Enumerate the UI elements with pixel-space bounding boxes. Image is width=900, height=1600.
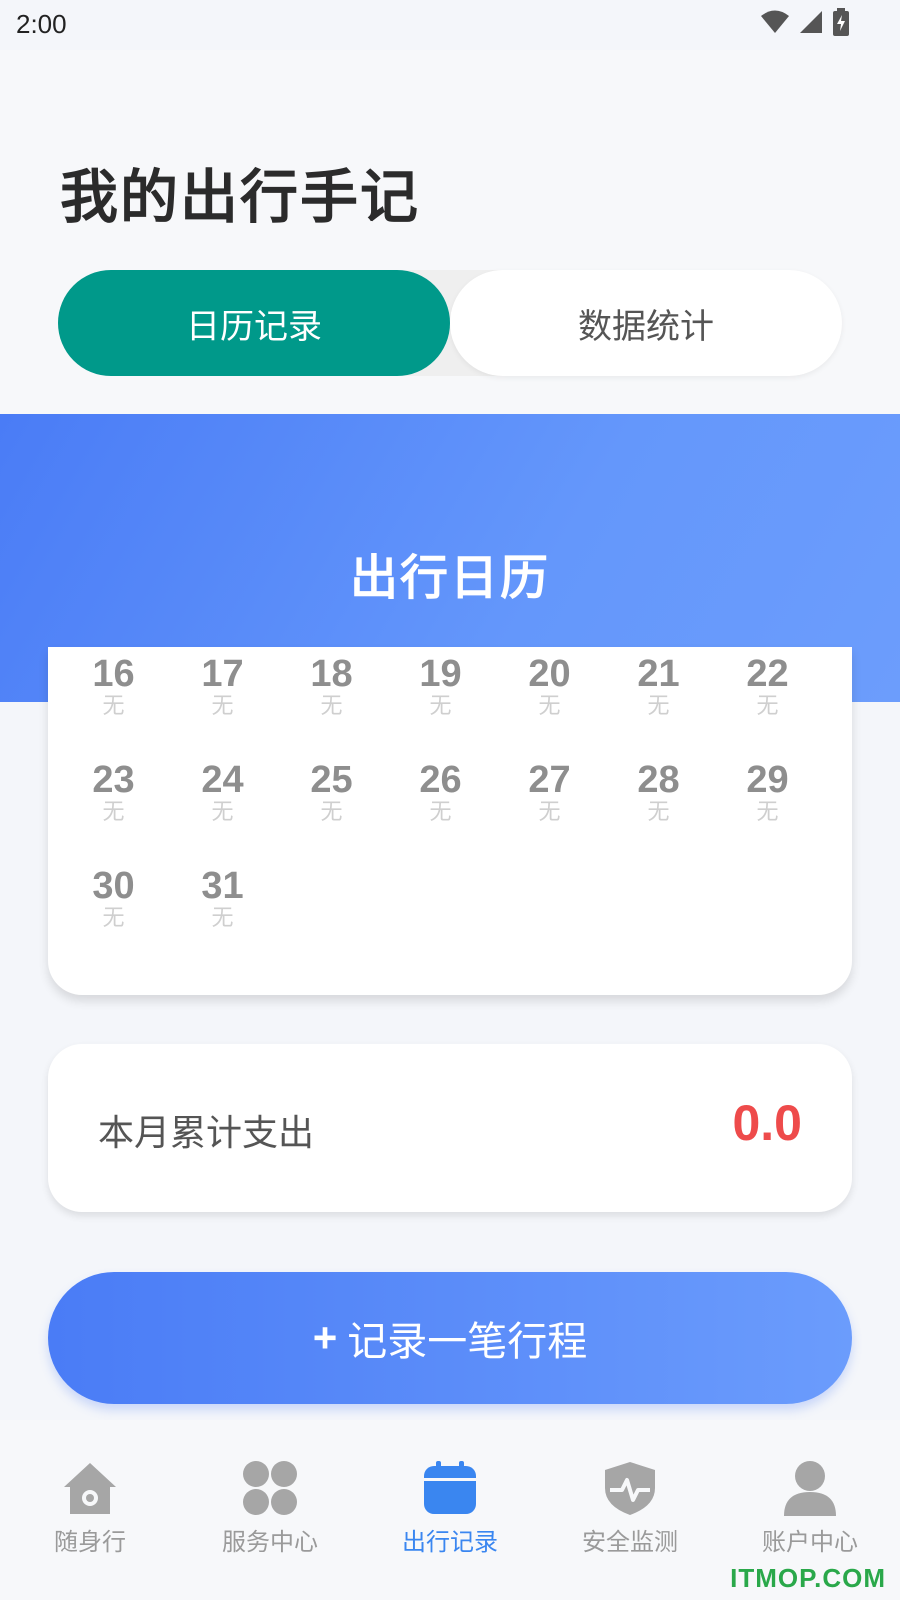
calendar-day-cell[interactable]: 28 无: [603, 759, 714, 825]
calendar-day-note: 无: [102, 694, 125, 719]
calendar-day-cell[interactable]: 20 无: [494, 653, 605, 719]
calendar-day-cell[interactable]: 24 无: [167, 759, 278, 825]
signal-icon: [800, 11, 822, 33]
calendar-card: 16 无 17 无 18 无 19 无 20 无 21 无 22 无 23 无 24 无 25 无 26 无 27 无 28 无 2…: [48, 647, 852, 995]
calendar-day-number: 22: [746, 653, 789, 695]
tab-label: 服务中心: [222, 1528, 318, 1556]
wifi-icon: [761, 10, 789, 33]
calendar-day-note: 无: [647, 694, 670, 719]
calendar-day-cell[interactable]: 16 无: [58, 653, 169, 719]
plus-icon: +: [312, 1314, 338, 1361]
calendar-day-number: 31: [201, 865, 244, 907]
calendar-day-number: 19: [419, 653, 462, 695]
calendar-day-note: 无: [102, 800, 125, 825]
calendar-day-note: 无: [320, 694, 343, 719]
calendar-day-cell[interactable]: 22 无: [712, 653, 823, 719]
calendar-day-number: 21: [637, 653, 680, 695]
tab-label: 随身行: [54, 1528, 126, 1556]
calendar-day-number: 26: [419, 759, 462, 801]
calendar-day-number: 29: [746, 759, 789, 801]
add-trip-label: 记录一笔行程: [347, 1319, 588, 1365]
home-icon: [64, 1463, 116, 1514]
calendar-day-note: 无: [429, 694, 452, 719]
calendar-day-note: 无: [756, 694, 779, 719]
calendar-day-note: 无: [647, 800, 670, 825]
tab-data-stats[interactable]: 数据统计: [450, 270, 842, 376]
calendar-day-note: 无: [320, 800, 343, 825]
calendar-day-number: 24: [201, 759, 244, 801]
calendar-day-number: 27: [528, 759, 571, 801]
expense-label: 本月累计支出: [98, 1113, 315, 1154]
tab-label: 账户中心: [762, 1528, 858, 1556]
calendar-day-number: 16: [92, 653, 135, 695]
calendar-day-cell[interactable]: 21 无: [603, 653, 714, 719]
calendar-day-note: 无: [756, 800, 779, 825]
calendar-day-cell[interactable]: 19 无: [385, 653, 496, 719]
shield-icon: [605, 1462, 655, 1515]
calendar-day-number: 17: [201, 653, 244, 695]
calendar-day-note: 无: [211, 694, 234, 719]
calendar-icon: [424, 1461, 476, 1514]
watermark: ITMOP.COM: [730, 1563, 886, 1593]
calendar-day-cell[interactable]: 27 无: [494, 759, 605, 825]
tab-label: 出行记录: [402, 1528, 498, 1556]
calendar-day-cell[interactable]: 17 无: [167, 653, 278, 719]
calendar-day-cell[interactable]: 30 无: [58, 865, 169, 931]
status-bar: 2:00: [0, 0, 900, 50]
tab-trip-record[interactable]: 出行记录: [360, 1460, 540, 1557]
battery-icon: [833, 8, 849, 36]
calendar-day-number: 30: [92, 865, 135, 907]
tab-safety-monitor[interactable]: 安全监测: [540, 1460, 720, 1557]
calendar-day-number: 18: [310, 653, 353, 695]
calendar-day-note: 无: [102, 906, 125, 931]
monthly-expense-card: 本月累计支出 0.0: [48, 1044, 852, 1212]
calendar-day-note: 无: [211, 906, 234, 931]
calendar-day-number: 20: [528, 653, 571, 695]
calendar-day-number: 23: [92, 759, 135, 801]
calendar-day-cell[interactable]: 29 无: [712, 759, 823, 825]
calendar-day-note: 无: [538, 800, 561, 825]
calendar-day-note: 无: [538, 694, 561, 719]
view-switcher: 数据统计 日历记录: [58, 270, 842, 376]
calendar-day-cell[interactable]: 26 无: [385, 759, 496, 825]
tab-label: 安全监测: [582, 1528, 678, 1556]
expense-value: 0.0: [732, 1095, 802, 1151]
status-icons: [760, 8, 850, 36]
calendar-day-note: 无: [211, 800, 234, 825]
tab-calendar-record[interactable]: 日历记录: [58, 270, 450, 376]
tab-suishenxing[interactable]: 随身行: [0, 1460, 180, 1557]
user-icon: [784, 1461, 836, 1516]
page-title: 我的出行手记: [60, 163, 421, 231]
grid-icon: [243, 1461, 297, 1515]
add-trip-button[interactable]: + 记录一笔行程: [48, 1272, 852, 1404]
banner-title: 出行日历: [349, 550, 550, 606]
calendar-day-number: 25: [310, 759, 353, 801]
calendar-day-cell[interactable]: 18 无: [276, 653, 387, 719]
calendar-day-cell[interactable]: 25 无: [276, 759, 387, 825]
tab-account-center[interactable]: 账户中心: [720, 1460, 900, 1557]
calendar-day-cell[interactable]: 31 无: [167, 865, 278, 931]
status-time: 2:00: [16, 9, 67, 39]
calendar-day-note: 无: [429, 800, 452, 825]
tab-service-center[interactable]: 服务中心: [180, 1460, 360, 1557]
calendar-day-cell[interactable]: 23 无: [58, 759, 169, 825]
calendar-day-number: 28: [637, 759, 680, 801]
